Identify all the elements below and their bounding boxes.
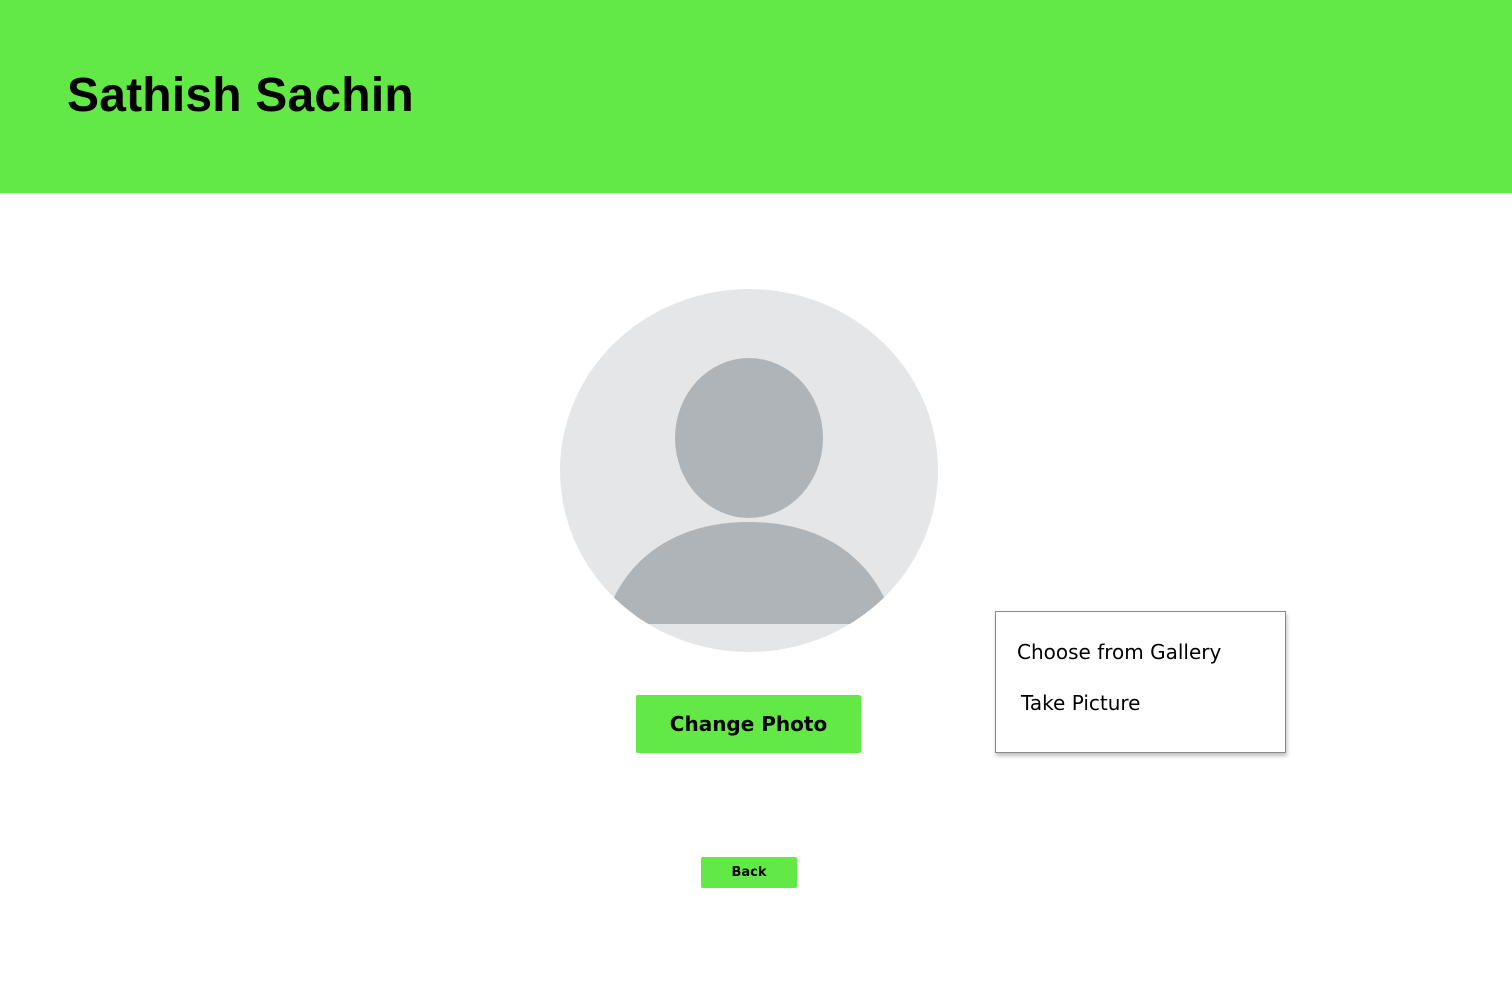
avatar-head — [675, 358, 823, 518]
page-header: Sathish Sachin — [0, 0, 1512, 193]
menu-item-choose-from-gallery[interactable]: Choose from Gallery — [1017, 640, 1221, 664]
photo-source-menu: Choose from Gallery Take Picture — [995, 611, 1286, 753]
user-placeholder-icon — [560, 289, 938, 652]
profile-name: Sathish Sachin — [67, 69, 414, 122]
profile-avatar — [560, 289, 938, 652]
change-photo-button[interactable]: Change Photo — [636, 695, 861, 753]
back-button[interactable]: Back — [701, 857, 797, 888]
menu-item-take-picture[interactable]: Take Picture — [1021, 691, 1140, 715]
